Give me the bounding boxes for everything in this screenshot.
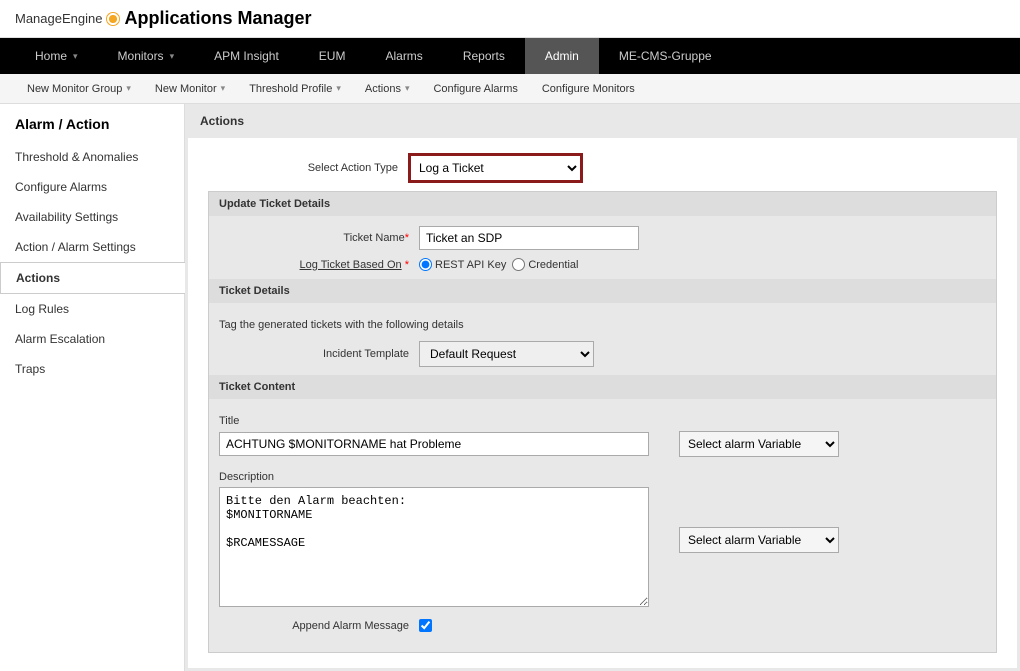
update-ticket-details-header: Update Ticket Details [209,192,996,216]
nav-secondary: New Monitor Group▾New Monitor▾Threshold … [0,74,1020,104]
select-action-type-dropdown[interactable]: Log a Ticket [408,153,583,183]
ticket-content-header: Ticket Content [209,375,996,399]
update-ticket-details-section: Update Ticket Details Ticket Name* Log T… [208,191,997,653]
ticket-name-row: Ticket Name* [209,226,996,250]
content-area: Actions Select Action Type Log a Ticket … [185,104,1020,671]
log-ticket-based-on-label: Log Ticket Based On * [219,259,419,271]
ticket-details-header: Ticket Details [209,279,996,303]
nav-primary: Home▾Monitors▾APM InsightEUMAlarmsReport… [0,38,1020,74]
subnav-item-configure-alarms[interactable]: Configure Alarms [421,83,529,95]
title-label: Title [209,409,996,431]
ticket-details-tagline: Tag the generated tickets with the follo… [209,313,996,341]
logo: ManageEngine Applications Manager [15,8,1005,29]
ticket-name-input[interactable] [419,226,639,250]
brand-text-1: ManageEngine [15,11,102,26]
radio-rest-api[interactable]: REST API Key [419,258,506,271]
brand-icon [106,12,120,26]
log-ticket-based-on-row: Log Ticket Based On * REST API Key Crede… [209,258,996,271]
nav-item-apm-insight[interactable]: APM Insight [194,38,299,74]
sidebar-item-actions[interactable]: Actions [0,262,185,294]
nav-item-reports[interactable]: Reports [443,38,525,74]
nav-item-monitors[interactable]: Monitors▾ [98,38,195,74]
sidebar-item-alarm-escalation[interactable]: Alarm Escalation [0,324,184,354]
chevron-down-icon: ▾ [73,51,78,62]
chevron-down-icon: ▾ [126,83,131,94]
radio-rest-input[interactable] [419,258,432,271]
brand-text-2: Applications Manager [124,8,311,29]
sidebar-item-configure-alarms[interactable]: Configure Alarms [0,172,184,202]
title-row: Select alarm Variable [209,431,996,457]
title-variable-dropdown[interactable]: Select alarm Variable [679,431,839,457]
chevron-down-icon: ▾ [221,83,226,94]
radio-cred-input[interactable] [512,258,525,271]
chevron-down-icon: ▾ [405,83,410,94]
chevron-down-icon: ▾ [170,51,175,62]
sidebar-item-availability-settings[interactable]: Availability Settings [0,202,184,232]
subnav-item-new-monitor-group[interactable]: New Monitor Group▾ [15,83,143,95]
radio-credential[interactable]: Credential [512,258,578,271]
nav-item-me-cms-gruppe[interactable]: ME-CMS-Gruppe [599,38,732,74]
header-bar: ManageEngine Applications Manager [0,0,1020,38]
sidebar: Alarm / Action Threshold & AnomaliesConf… [0,104,185,671]
append-alarm-label: Append Alarm Message [219,620,419,632]
main-container: Alarm / Action Threshold & AnomaliesConf… [0,104,1020,671]
chevron-down-icon: ▾ [336,83,341,94]
subnav-item-new-monitor[interactable]: New Monitor▾ [143,83,237,95]
incident-template-dropdown[interactable]: Default Request [419,341,594,367]
ticket-name-label: Ticket Name* [219,232,419,244]
nav-item-admin[interactable]: Admin [525,38,599,74]
description-row: Select alarm Variable [209,487,996,607]
log-ticket-radio-group: REST API Key Credential [419,258,578,271]
content-body: Select Action Type Log a Ticket Update T… [188,138,1017,668]
incident-template-row: Incident Template Default Request [209,341,996,367]
append-alarm-row: Append Alarm Message [209,619,996,632]
nav-item-alarms[interactable]: Alarms [365,38,442,74]
content-title: Actions [185,104,1020,138]
nav-item-eum[interactable]: EUM [299,38,366,74]
description-label: Description [209,465,996,487]
subnav-item-actions[interactable]: Actions▾ [353,83,422,95]
title-input[interactable] [219,432,649,456]
sidebar-item-threshold-anomalies[interactable]: Threshold & Anomalies [0,142,184,172]
select-action-type-label: Select Action Type [208,162,408,174]
sidebar-item-traps[interactable]: Traps [0,354,184,384]
sidebar-title: Alarm / Action [0,104,184,142]
description-variable-dropdown[interactable]: Select alarm Variable [679,527,839,553]
description-textarea[interactable] [219,487,649,607]
sidebar-item-log-rules[interactable]: Log Rules [0,294,184,324]
nav-item-home[interactable]: Home▾ [15,38,98,74]
subnav-item-threshold-profile[interactable]: Threshold Profile▾ [237,83,353,95]
select-action-type-row: Select Action Type Log a Ticket [208,153,997,183]
incident-template-label: Incident Template [219,348,419,360]
subnav-item-configure-monitors[interactable]: Configure Monitors [530,83,647,95]
sidebar-item-action-alarm-settings[interactable]: Action / Alarm Settings [0,232,184,262]
append-alarm-checkbox[interactable] [419,619,432,632]
